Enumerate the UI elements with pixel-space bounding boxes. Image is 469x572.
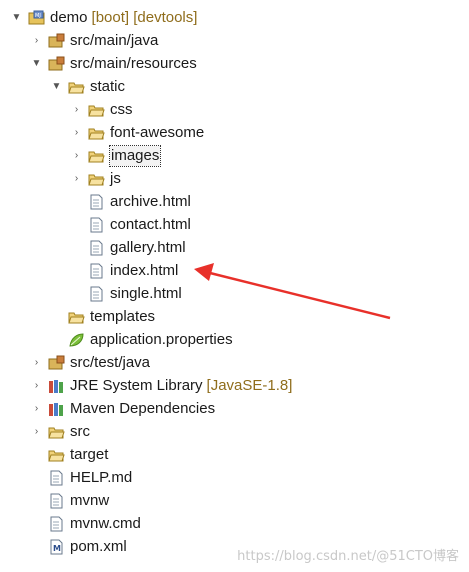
annotation-arrow — [194, 263, 391, 320]
watermark: https://blog.csdn.net/@51CTO博客 — [237, 549, 459, 564]
